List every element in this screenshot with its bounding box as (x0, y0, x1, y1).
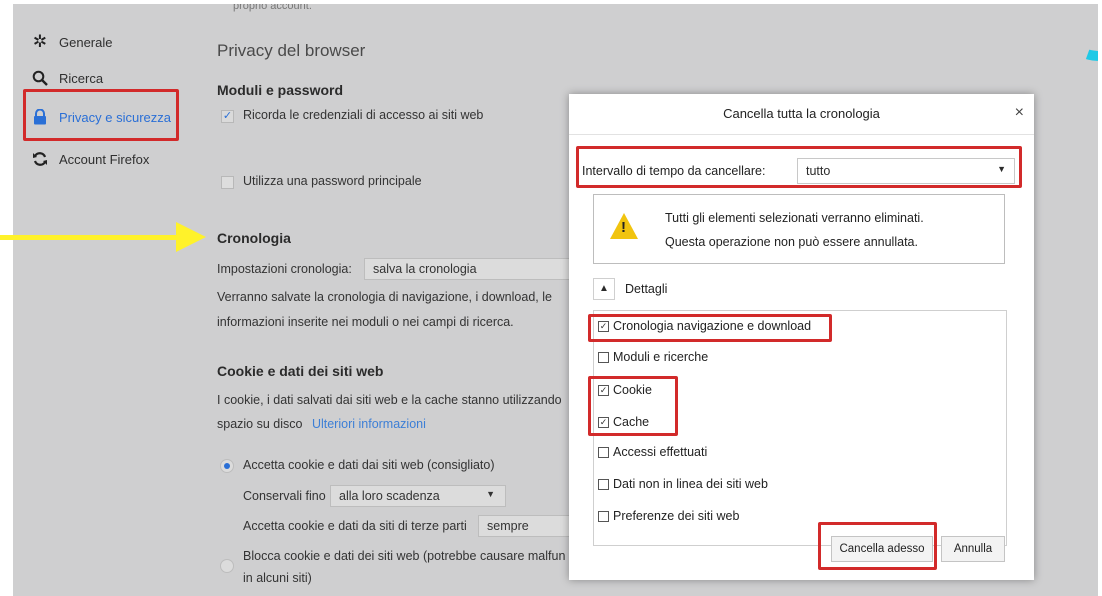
cancel-button[interactable]: Annulla (941, 536, 1005, 562)
sidebar-item-label: Generale (59, 34, 113, 50)
highlight-history-box (588, 314, 832, 342)
master-password-label: Utilizza una password principale (243, 174, 422, 188)
master-password-checkbox[interactable] (221, 176, 234, 189)
dialog-title: Cancella tutta la cronologia (569, 94, 1034, 135)
cookies-heading: Cookie e dati dei siti web (217, 363, 384, 379)
section-title: Privacy del browser (217, 41, 366, 60)
details-label: Dettagli (625, 282, 668, 296)
clear-history-dialog: Cancella tutta la cronologia × Intervall… (569, 94, 1034, 580)
list-item-logins[interactable]: Accessi effettuati (598, 445, 707, 459)
keep-until-select[interactable]: alla loro scadenza ▼ (330, 485, 506, 507)
more-info-link[interactable]: Ulteriori informazioni (312, 417, 426, 431)
list-item-forms[interactable]: Moduli e ricerche (598, 350, 708, 364)
checkbox-unchecked[interactable] (598, 446, 609, 458)
checkbox-unchecked[interactable] (598, 510, 609, 522)
sidebar-item-ricerca[interactable]: Ricerca (31, 66, 103, 90)
highlight-range-box (576, 146, 1022, 188)
cookies-description-1: I cookie, i dati salvati dai siti web e … (217, 393, 562, 407)
block-cookies-label-1: Blocca cookie e dati dei siti web (potre… (243, 549, 566, 563)
remember-credentials-label: Ricorda le credenziali di accesso ai sit… (243, 108, 484, 122)
disk-space-text: spazio su disco (217, 417, 303, 431)
highlight-privacy-box (23, 89, 179, 141)
close-icon[interactable]: × (1015, 104, 1024, 122)
sync-icon (31, 150, 49, 168)
annotation-arrow-head (176, 222, 206, 252)
top-partial-text: proprio account. (233, 4, 312, 12)
forms-heading: Moduli e password (217, 82, 344, 98)
cookies-description-2: spazio su disco Ulteriori informazioni (217, 417, 426, 431)
third-party-select[interactable]: sempre (478, 515, 578, 537)
corner-decoration (1045, 4, 1098, 77)
checkbox-unchecked[interactable] (598, 351, 609, 363)
highlight-cookie-cache-box (588, 376, 678, 436)
warning-line-2: Questa operazione non può essere annulla… (665, 235, 918, 249)
keep-until-value: alla loro scadenza (339, 489, 440, 503)
chevron-up-icon: ▲ (599, 283, 609, 294)
sidebar-item-account[interactable]: Account Firefox (31, 147, 149, 171)
history-description-1: Verranno salvate la cronologia di naviga… (217, 290, 552, 304)
accept-cookies-radio[interactable] (220, 459, 234, 473)
search-icon (31, 69, 49, 87)
sidebar-item-generale[interactable]: ✲ Generale (31, 30, 113, 54)
keep-until-label: Conservali fino (243, 489, 326, 503)
warning-line-1: Tutti gli elementi selezionati verranno … (665, 211, 924, 225)
sidebar-item-label: Account Firefox (59, 151, 150, 167)
history-description-2: informazioni inserite nei moduli o nei c… (217, 315, 514, 329)
history-settings-label: Impostazioni cronologia: (217, 262, 352, 276)
accept-cookies-label: Accetta cookie e dati dai siti web (cons… (243, 458, 495, 472)
warning-box: ! Tutti gli elementi selezionati verrann… (593, 194, 1005, 264)
list-item-site-preferences[interactable]: Preferenze dei siti web (598, 509, 739, 523)
remember-credentials-checkbox[interactable]: ✓ (221, 110, 234, 123)
block-cookies-label-2: in alcuni siti) (243, 571, 312, 585)
block-cookies-radio[interactable] (220, 559, 234, 573)
sidebar-item-label: Ricerca (59, 70, 104, 86)
gear-icon: ✲ (32, 32, 48, 51)
highlight-clear-button-box (818, 522, 937, 570)
details-toggle-button[interactable]: ▲ (593, 278, 615, 300)
history-settings-select[interactable]: salva la cronologia (364, 258, 574, 280)
history-heading: Cronologia (217, 230, 291, 246)
third-party-label: Accetta cookie e dati da siti di terze p… (243, 519, 467, 533)
annotation-arrow-shaft (0, 235, 180, 240)
chevron-down-icon: ▼ (486, 489, 495, 499)
checkbox-unchecked[interactable] (598, 478, 609, 490)
list-item-offline-data[interactable]: Dati non in linea dei siti web (598, 477, 768, 491)
